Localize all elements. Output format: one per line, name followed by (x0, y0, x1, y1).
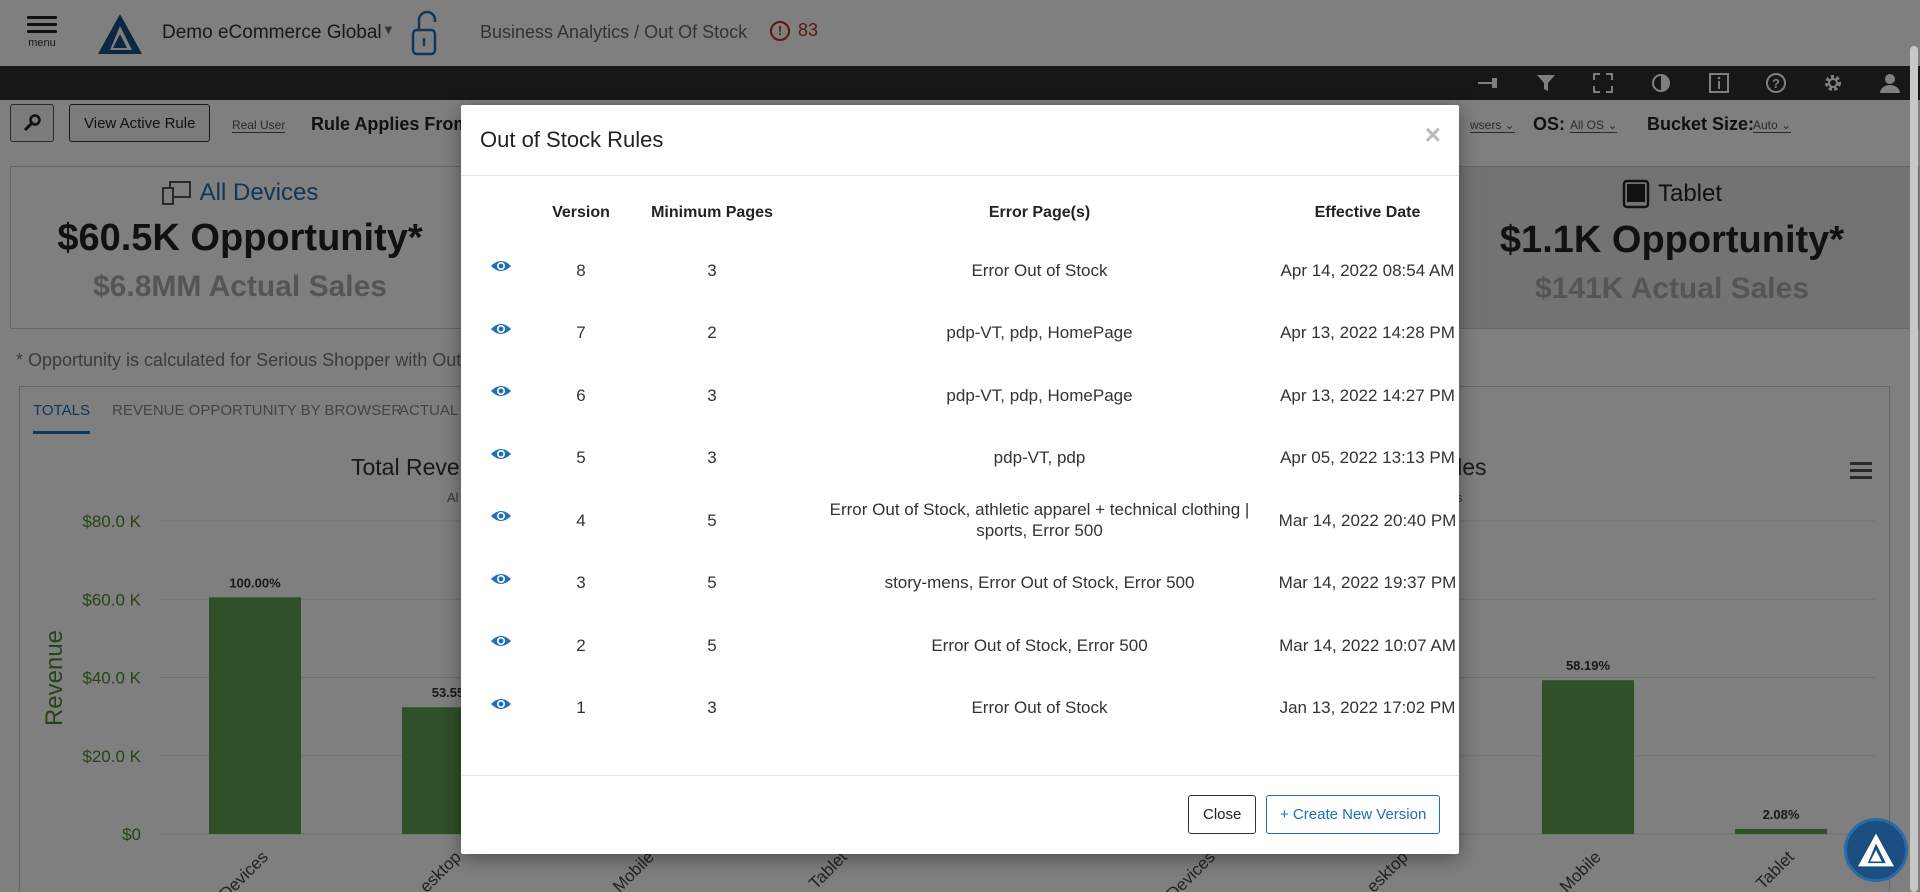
row-version: 2 (576, 635, 586, 655)
column-header-effective-date: Effective Date (1314, 204, 1421, 221)
rules-table: Version Minimum Pages Error Page(s) Effe… (461, 187, 1459, 739)
row-effective-date: Mar 14, 2022 20:40 PM (1278, 510, 1457, 530)
out-of-stock-rules-modal: Out of Stock Rules × Version Minimum Pag… (461, 105, 1459, 854)
create-new-version-button[interactable]: + Create New Version (1266, 795, 1441, 834)
eye-icon[interactable] (490, 258, 512, 274)
eye-icon[interactable] (490, 633, 512, 649)
rules-table-body: 8 3 Error Out of Stock Apr 14, 2022 08:54 A… (461, 239, 1459, 739)
eye-icon[interactable] (490, 696, 512, 712)
row-effective-date: Apr 13, 2022 14:28 PM (1280, 323, 1455, 343)
row-effective-date: Apr 13, 2022 14:27 PM (1280, 385, 1455, 405)
close-icon[interactable]: × (1425, 119, 1441, 151)
column-header-version: Version (552, 204, 610, 221)
row-version: 7 (576, 323, 586, 343)
view-rule-cell (461, 677, 541, 740)
row-min-pages: 3 (707, 260, 717, 280)
row-version: 6 (576, 385, 586, 405)
row-error-pages: pdp-VT, pdp, HomePage (946, 385, 1133, 405)
column-header-min-pages: Minimum Pages (651, 204, 773, 221)
row-effective-date: Mar 14, 2022 10:07 AM (1279, 635, 1456, 655)
table-row: 5 3 pdp-VT, pdp Apr 05, 2022 13:13 PM (461, 427, 1459, 490)
row-version: 4 (576, 510, 586, 530)
table-row: 7 2 pdp-VT, pdp, HomePage Apr 13, 2022 14:2… (461, 302, 1459, 365)
row-error-pages: story-mens, Error Out of Stock, Error 50… (884, 573, 1195, 593)
row-min-pages: 5 (707, 510, 717, 530)
eye-icon[interactable] (490, 508, 512, 524)
row-version: 5 (576, 448, 586, 468)
row-version: 3 (576, 573, 586, 593)
table-row: 8 3 Error Out of Stock Apr 14, 2022 08:54 A… (461, 239, 1459, 302)
row-error-pages: Error Out of Stock (971, 698, 1108, 718)
row-min-pages: 3 (707, 448, 717, 468)
page-scrollbar[interactable] (1910, 46, 1918, 892)
row-error-pages: Error Out of Stock, Error 500 (931, 635, 1148, 655)
row-min-pages: 3 (707, 698, 717, 718)
eye-icon[interactable] (490, 321, 512, 337)
table-row: 6 3 pdp-VT, pdp, HomePage Apr 13, 2022 14:2… (461, 364, 1459, 427)
view-rule-cell (461, 552, 541, 615)
close-button[interactable]: Close (1188, 795, 1257, 834)
column-header-error-pages: Error Page(s) (988, 204, 1091, 221)
table-row: 3 5 story-mens, Error Out of Stock, Error … (461, 552, 1459, 615)
row-version: 8 (576, 260, 586, 280)
eye-icon[interactable] (490, 446, 512, 462)
table-header-row: Version Minimum Pages Error Page(s) Effe… (461, 187, 1459, 239)
view-rule-cell (461, 239, 541, 302)
help-chat-button[interactable] (1844, 818, 1908, 882)
modal-header: Out of Stock Rules × (461, 105, 1459, 176)
view-rule-cell (461, 364, 541, 427)
row-effective-date: Apr 05, 2022 13:13 PM (1280, 448, 1455, 468)
row-error-pages: pdp-VT, pdp, HomePage (946, 323, 1133, 343)
column-header-view (461, 187, 541, 239)
view-rule-cell (461, 302, 541, 365)
row-min-pages: 5 (707, 573, 717, 593)
eye-icon[interactable] (490, 383, 512, 399)
row-effective-date: Apr 14, 2022 08:54 AM (1280, 260, 1455, 280)
view-rule-cell (461, 614, 541, 677)
table-row: 4 5 Error Out of Stock, athletic apparel +… (461, 489, 1459, 552)
view-rule-cell (461, 489, 541, 552)
row-min-pages: 3 (707, 385, 717, 405)
modal-footer: Close + Create New Version (461, 775, 1459, 854)
row-min-pages: 2 (707, 323, 717, 343)
row-error-pages: pdp-VT, pdp (993, 448, 1086, 468)
table-row: 1 3 Error Out of Stock Jan 13, 2022 17:02 P… (461, 677, 1459, 740)
modal-title: Out of Stock Rules (480, 127, 664, 152)
row-version: 1 (576, 698, 586, 718)
view-rule-cell (461, 427, 541, 490)
row-effective-date: Jan 13, 2022 17:02 PM (1279, 698, 1456, 718)
row-error-pages: Error Out of Stock, athletic apparel + t… (829, 500, 1250, 541)
row-min-pages: 5 (707, 635, 717, 655)
row-error-pages: Error Out of Stock (971, 260, 1108, 280)
brand-logo-icon (1858, 833, 1894, 867)
eye-icon[interactable] (490, 571, 512, 587)
row-effective-date: Mar 14, 2022 19:37 PM (1278, 573, 1457, 593)
table-row: 2 5 Error Out of Stock, Error 500 Mar 14, 2… (461, 614, 1459, 677)
